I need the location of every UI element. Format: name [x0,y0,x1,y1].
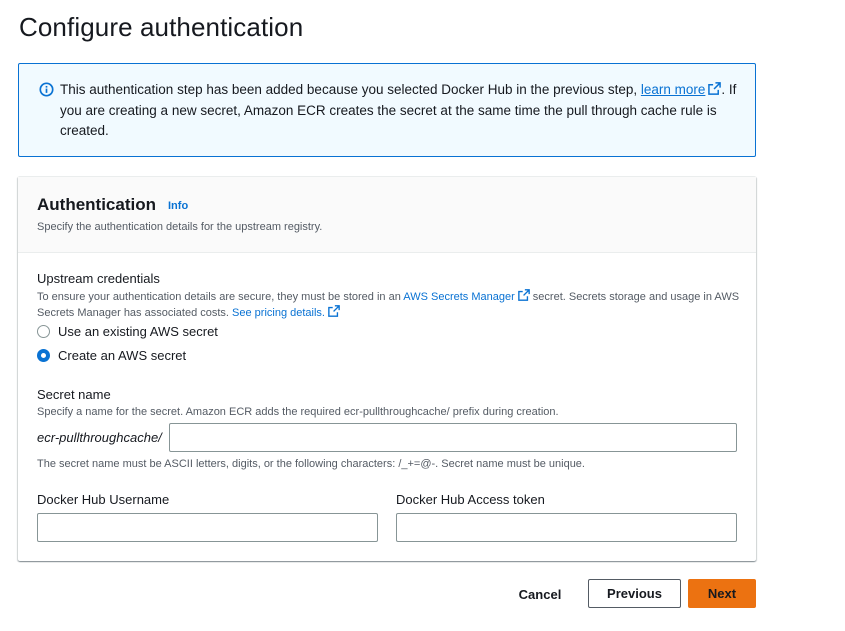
access-token-label: Docker Hub Access token [396,492,545,507]
upstream-credentials-description: To ensure your authentication details ar… [37,289,740,319]
external-link-icon [328,305,340,317]
upstream-credentials-label: Upstream credentials [37,271,160,286]
pricing-details-link[interactable]: See pricing details. [232,307,325,319]
cancel-button[interactable]: Cancel [505,580,575,609]
username-input[interactable] [37,513,378,542]
info-circle-icon [39,82,54,97]
panel-header: Authentication Info Specify the authenti… [18,177,756,253]
external-link-icon [517,289,530,301]
panel-description: Specify the authentication details for t… [37,221,323,233]
radio-label: Use an existing AWS secret [58,324,218,339]
secret-prefix: ecr-pullthroughcache/ [37,430,162,445]
external-link-icon [708,82,722,95]
alert-message: This authentication step has been added … [60,82,737,138]
secret-name-constraint: The secret name must be ASCII letters, d… [37,458,585,470]
page-title: Configure authentication [19,12,304,42]
radio-create-secret[interactable]: Create an AWS secret [37,348,186,363]
next-button[interactable]: Next [688,579,756,608]
access-token-input[interactable] [396,513,737,542]
authentication-panel: Authentication Info Specify the authenti… [18,176,756,561]
radio-button[interactable] [37,325,50,338]
username-label: Docker Hub Username [37,492,170,507]
learn-more-link[interactable]: learn more [641,82,706,97]
panel-title: Authentication [37,195,156,214]
secret-name-description: Specify a name for the secret. Amazon EC… [37,406,559,418]
info-link[interactable]: Info [168,200,188,212]
radio-existing-secret[interactable]: Use an existing AWS secret [37,324,218,339]
radio-label: Create an AWS secret [58,348,187,363]
info-alert: This authentication step has been added … [18,63,756,157]
secret-name-input[interactable] [169,423,737,452]
secrets-manager-link[interactable]: AWS Secrets Manager [403,291,514,303]
radio-button-selected[interactable] [37,349,50,362]
secret-name-label: Secret name [37,387,111,402]
previous-button[interactable]: Previous [588,579,681,608]
